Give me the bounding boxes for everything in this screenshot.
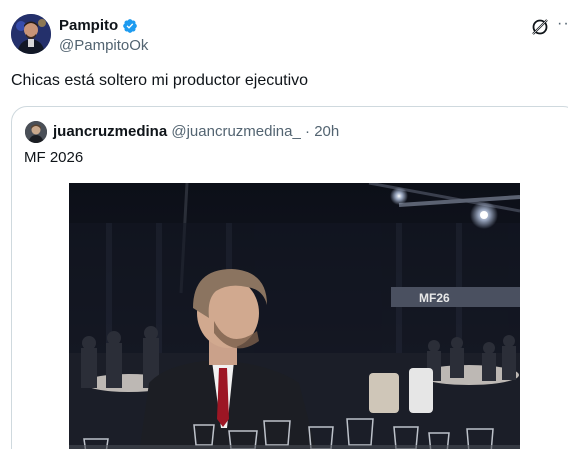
more-options-icon[interactable]: ··· [557, 15, 568, 33]
quoted-tweet-photo[interactable]: MF26 [69, 183, 520, 449]
author-handle[interactable]: @PampitoOk [59, 37, 148, 54]
author-avatar[interactable] [11, 14, 51, 54]
quoted-author-avatar[interactable] [25, 121, 47, 143]
header-separator: · [305, 123, 311, 140]
tweet-text: Chicas está soltero mi productor ejecuti… [11, 72, 309, 89]
author-display-name[interactable]: Pampito [59, 17, 118, 34]
quoted-tweet-text: MF 2026 [24, 149, 84, 166]
quoted-tweet-time[interactable]: 20h [314, 123, 339, 140]
quoted-avatar-image [25, 121, 47, 143]
verified-badge-icon [123, 18, 138, 33]
avatar-image [11, 14, 51, 54]
quoted-author-handle[interactable]: @juancruzmedina_ [171, 123, 300, 140]
event-photo: MF26 [69, 183, 520, 449]
quoted-tweet-header: juancruzmedina @juancruzmedina_ · 20h [53, 123, 339, 140]
quoted-author-name[interactable]: juancruzmedina [53, 123, 167, 140]
stage-banner-text: MF26 [419, 291, 450, 305]
quoted-tweet-card[interactable]: juancruzmedina @juancruzmedina_ · 20h MF… [11, 106, 568, 449]
grok-icon[interactable] [530, 17, 550, 37]
author-name-row[interactable]: Pampito [59, 17, 138, 34]
